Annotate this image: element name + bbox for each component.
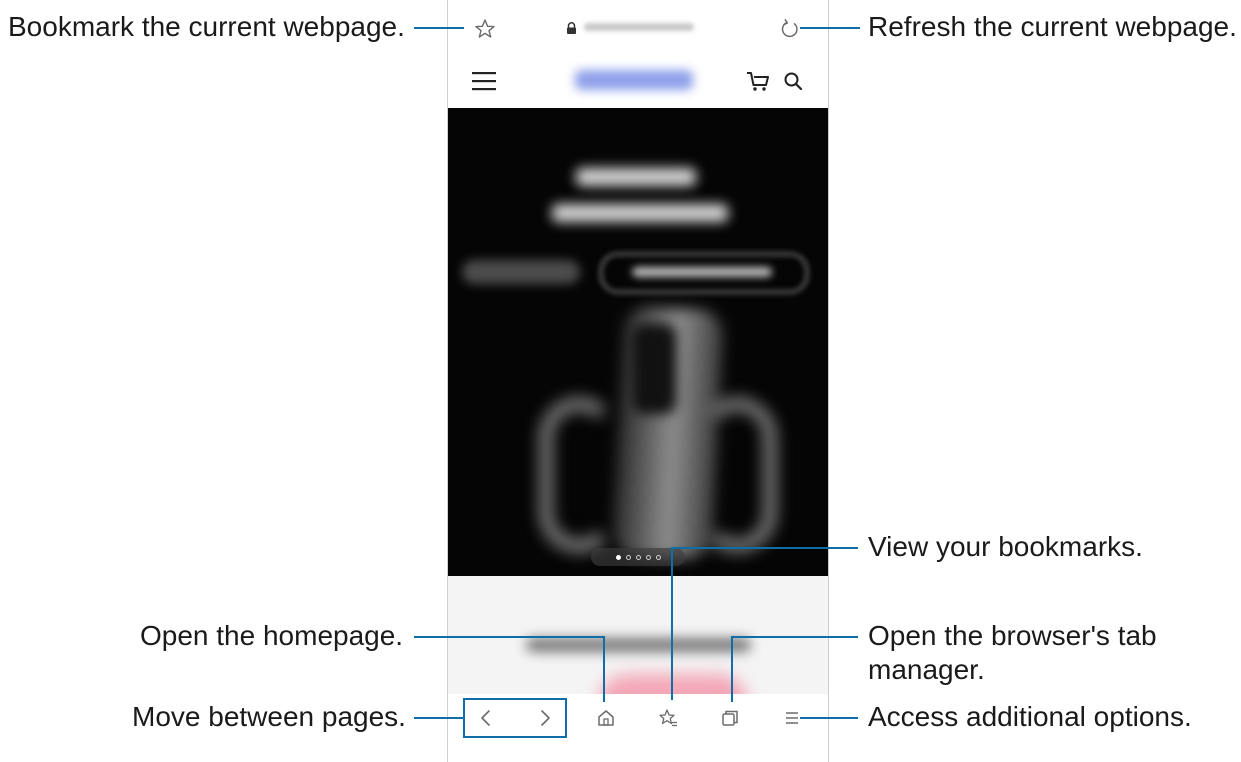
refresh-icon (781, 19, 798, 38)
search-icon (784, 72, 803, 91)
callout-line-view-bookmarks-v (671, 547, 673, 700)
label-tab-manager: Open the browser's tab manager. (868, 620, 1157, 685)
callout-line-homepage-v (603, 636, 605, 702)
cart-button[interactable] (745, 68, 771, 94)
carousel-dot[interactable] (615, 554, 621, 560)
bookmark-button[interactable] (470, 14, 500, 44)
site-logo[interactable] (575, 70, 693, 90)
hero-title-line2 (552, 204, 728, 222)
star-icon (475, 19, 495, 38)
label-additional-options: Access additional options. (868, 701, 1192, 732)
earbud-left-image (540, 398, 618, 552)
hero-cta-button[interactable] (600, 253, 808, 293)
carousel-dot[interactable] (625, 554, 631, 560)
callout-line-additional-options (800, 717, 858, 719)
hamburger-icon (472, 72, 496, 91)
cart-icon (747, 72, 769, 91)
label-move-pages: Move between pages. (132, 701, 406, 732)
callout-line-refresh (800, 27, 860, 29)
callout-line-view-bookmarks-h (672, 547, 858, 549)
section-heading (526, 638, 751, 652)
site-search-button[interactable] (781, 68, 805, 94)
label-homepage: Open the homepage. (140, 620, 404, 651)
tabs-icon (722, 710, 738, 726)
callout-line-tabs-h (732, 636, 858, 638)
label-bookmark: Bookmark the current webpage. (8, 11, 405, 42)
callout-line-bookmark (414, 27, 464, 29)
hero-title-line1 (576, 168, 696, 186)
bookmarks-button[interactable] (652, 702, 684, 734)
site-menu-button[interactable] (470, 68, 498, 94)
carousel-dot[interactable] (635, 554, 641, 560)
home-button[interactable] (590, 702, 622, 734)
callout-line-tabs-v (731, 636, 733, 702)
callout-line-move-pages (414, 717, 464, 719)
hero-learn-more-link[interactable] (462, 260, 580, 284)
home-icon (598, 710, 614, 726)
refresh-button[interactable] (775, 14, 805, 44)
browser-screen (447, 0, 829, 762)
callout-box-navigation (463, 698, 567, 738)
bookmarks-icon (659, 709, 677, 727)
address-bar (448, 0, 828, 56)
site-header (448, 56, 828, 108)
carousel-dot[interactable] (645, 554, 651, 560)
tabs-button[interactable] (714, 702, 746, 734)
earbud-right-image (698, 398, 776, 552)
label-refresh: Refresh the current webpage. (868, 11, 1237, 42)
label-view-bookmarks: View your bookmarks. (868, 531, 1143, 562)
phone-camera-image (632, 324, 676, 414)
carousel-dot[interactable] (655, 554, 661, 560)
callout-line-homepage-h (414, 636, 604, 638)
hero-banner[interactable] (448, 108, 828, 576)
lock-icon (566, 21, 577, 34)
url-text[interactable] (584, 23, 694, 31)
explore-section (448, 576, 828, 734)
